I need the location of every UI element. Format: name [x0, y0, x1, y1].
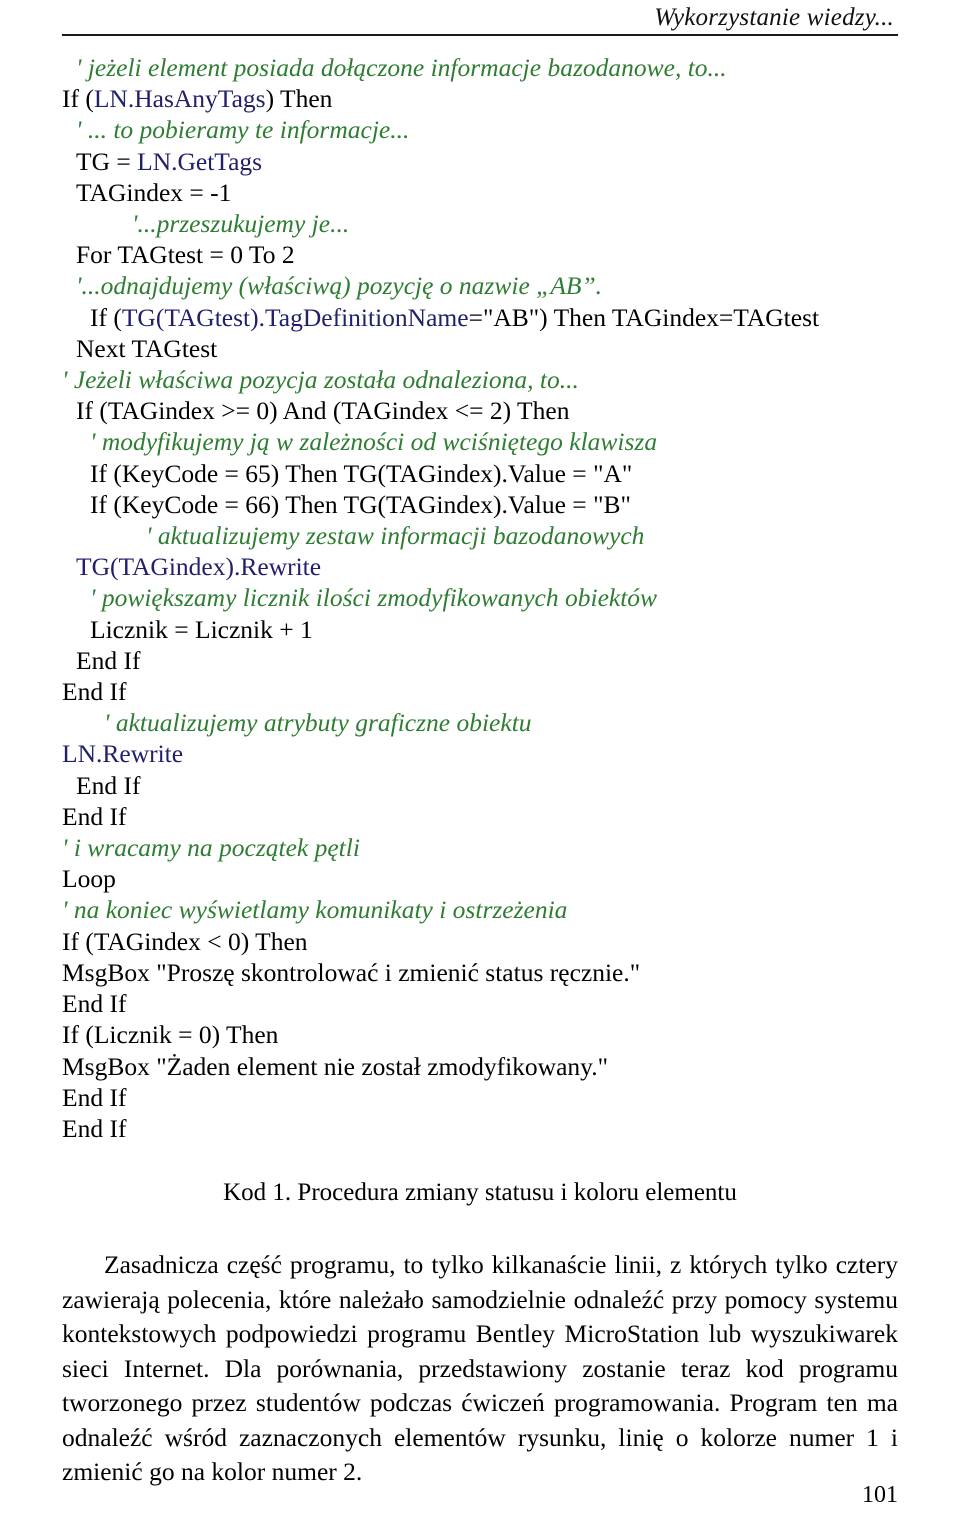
code-line: End If — [62, 645, 898, 676]
code-line: End If — [62, 770, 898, 801]
code-token-comment: ' jeżeli element posiada dołączone infor… — [76, 53, 727, 82]
code-line: ' i wracamy na początek pętli — [62, 832, 898, 863]
code-token-plain: End If — [62, 1113, 127, 1143]
code-token-object: TG(TAGtest).TagDefinitionName — [121, 302, 469, 332]
code-token-plain: End If — [76, 770, 141, 800]
code-line: TG(TAGindex).Rewrite — [62, 551, 898, 582]
code-line: ' modyfikujemy ją w zależności od wciśni… — [62, 426, 898, 457]
code-token-plain: Loop — [62, 864, 116, 894]
code-token-plain: If (Licznik = 0) Then — [62, 1020, 279, 1050]
code-token-plain: TAGindex = -1 — [76, 177, 232, 207]
code-token-plain: If (TAGindex >= 0) And (TAGindex <= 2) T… — [76, 396, 570, 426]
figure-caption: Kod 1. Procedura zmiany statusu i koloru… — [223, 1179, 737, 1207]
code-line: MsgBox "Żaden element nie został zmodyfi… — [62, 1051, 898, 1082]
code-line: Next TAGtest — [62, 333, 898, 364]
code-token-plain: End If — [62, 677, 127, 707]
code-line: ' ... to pobieramy te informacje... — [62, 114, 898, 145]
code-token-comment: ' powiększamy licznik ilości zmodyfikowa… — [90, 583, 658, 613]
code-token-object: LN.HasAnyTags — [93, 84, 266, 114]
code-token-comment: '...odnajdujemy (właściwą) pozycję o naz… — [76, 271, 603, 301]
code-token-comment: ' ... to pobieramy te informacje... — [76, 115, 410, 145]
code-line: End If — [62, 801, 898, 832]
code-token-plain: End If — [62, 989, 127, 1019]
code-token-comment: ' aktualizujemy atrybuty graficzne obiek… — [104, 708, 532, 738]
code-line: If (TAGindex >= 0) And (TAGindex <= 2) T… — [62, 395, 898, 426]
code-token-comment: ' modyfikujemy ją w zależności od wciśni… — [90, 427, 658, 457]
code-line: LN.Rewrite — [62, 738, 898, 769]
code-line: End If — [62, 676, 898, 707]
code-token-comment: '...przeszukujemy je... — [132, 209, 350, 239]
header-divider — [62, 34, 898, 36]
code-token-plain: TG = — [76, 146, 138, 176]
code-token-plain: Licznik = Licznik + 1 — [90, 614, 313, 644]
code-token-plain: If (KeyCode = 66) Then TG(TAGindex).Valu… — [90, 489, 631, 519]
code-line: ' aktualizujemy atrybuty graficzne obiek… — [62, 707, 898, 738]
code-token-plain: MsgBox "Żaden element nie został zmodyfi… — [62, 1051, 609, 1081]
code-line: ' aktualizujemy zestaw informacji bazoda… — [62, 520, 898, 551]
code-line: If (KeyCode = 65) Then TG(TAGindex).Valu… — [62, 458, 898, 489]
code-token-comment: ' aktualizujemy zestaw informacji bazoda… — [146, 521, 645, 551]
code-token-comment: ' Jeżeli właściwa pozycja została odnale… — [62, 365, 579, 395]
code-line: End If — [62, 988, 898, 1019]
code-token-plain: If ( — [90, 302, 122, 332]
code-token-plain: End If — [76, 645, 141, 675]
code-line: ' na koniec wyświetlamy komunikaty i ost… — [62, 894, 898, 925]
code-token-plain: If (TAGindex < 0) Then — [62, 926, 308, 956]
code-line: If (TG(TAGtest).TagDefinitionName="AB") … — [62, 302, 898, 333]
code-token-object: LN.GetTags — [137, 146, 263, 176]
code-line: '...odnajdujemy (właściwą) pozycję o naz… — [62, 270, 898, 301]
code-line: If (Licznik = 0) Then — [62, 1019, 898, 1050]
body-paragraph: Zasadnicza część programu, to tylko kilk… — [62, 1250, 898, 1487]
code-line: TG = LN.GetTags — [62, 146, 898, 177]
code-token-comment: ' na koniec wyświetlamy komunikaty i ost… — [62, 895, 568, 925]
code-token-plain: If (KeyCode = 65) Then TG(TAGindex).Valu… — [90, 458, 633, 488]
document-page: Wykorzystanie wiedzy... ' jeżeli element… — [0, 0, 960, 1527]
code-listing: ' jeżeli element posiada dołączone infor… — [62, 52, 898, 1144]
code-token-plain: Next TAGtest — [76, 333, 218, 363]
code-line: If (LN.HasAnyTags) Then — [62, 83, 898, 114]
code-token-object: TG(TAGindex).Rewrite — [76, 552, 322, 582]
code-line: TAGindex = -1 — [62, 177, 898, 208]
code-line: If (KeyCode = 66) Then TG(TAGindex).Valu… — [62, 489, 898, 520]
code-line: End If — [62, 1113, 898, 1144]
running-header: Wykorzystanie wiedzy... — [62, 0, 898, 36]
code-token-plain: End If — [62, 801, 127, 831]
code-line: ' powiększamy licznik ilości zmodyfikowa… — [62, 582, 898, 613]
header-title: Wykorzystanie wiedzy... — [654, 4, 894, 31]
code-line: Loop — [62, 863, 898, 894]
code-line: ' jeżeli element posiada dołączone infor… — [62, 52, 898, 83]
code-line: '...przeszukujemy je... — [62, 208, 898, 239]
code-line: End If — [62, 1082, 898, 1113]
code-line: If (TAGindex < 0) Then — [62, 926, 898, 957]
code-token-plain: For TAGtest = 0 To 2 — [76, 240, 295, 270]
code-token-object: LN.Rewrite — [62, 739, 184, 769]
code-token-plain: MsgBox "Proszę skontrolować i zmienić st… — [62, 957, 641, 987]
code-line: Licznik = Licznik + 1 — [62, 614, 898, 645]
code-token-plain: ="AB") Then TAGindex=TAGtest — [468, 302, 820, 332]
code-line: MsgBox "Proszę skontrolować i zmienić st… — [62, 957, 898, 988]
code-token-plain: End If — [62, 1082, 127, 1112]
code-token-plain: ) Then — [265, 84, 333, 114]
code-line: ' Jeżeli właściwa pozycja została odnale… — [62, 364, 898, 395]
code-line: For TAGtest = 0 To 2 — [62, 239, 898, 270]
code-token-comment: ' i wracamy na początek pętli — [62, 833, 360, 863]
code-token-plain: If ( — [62, 84, 94, 114]
page-number: 101 — [862, 1482, 898, 1508]
